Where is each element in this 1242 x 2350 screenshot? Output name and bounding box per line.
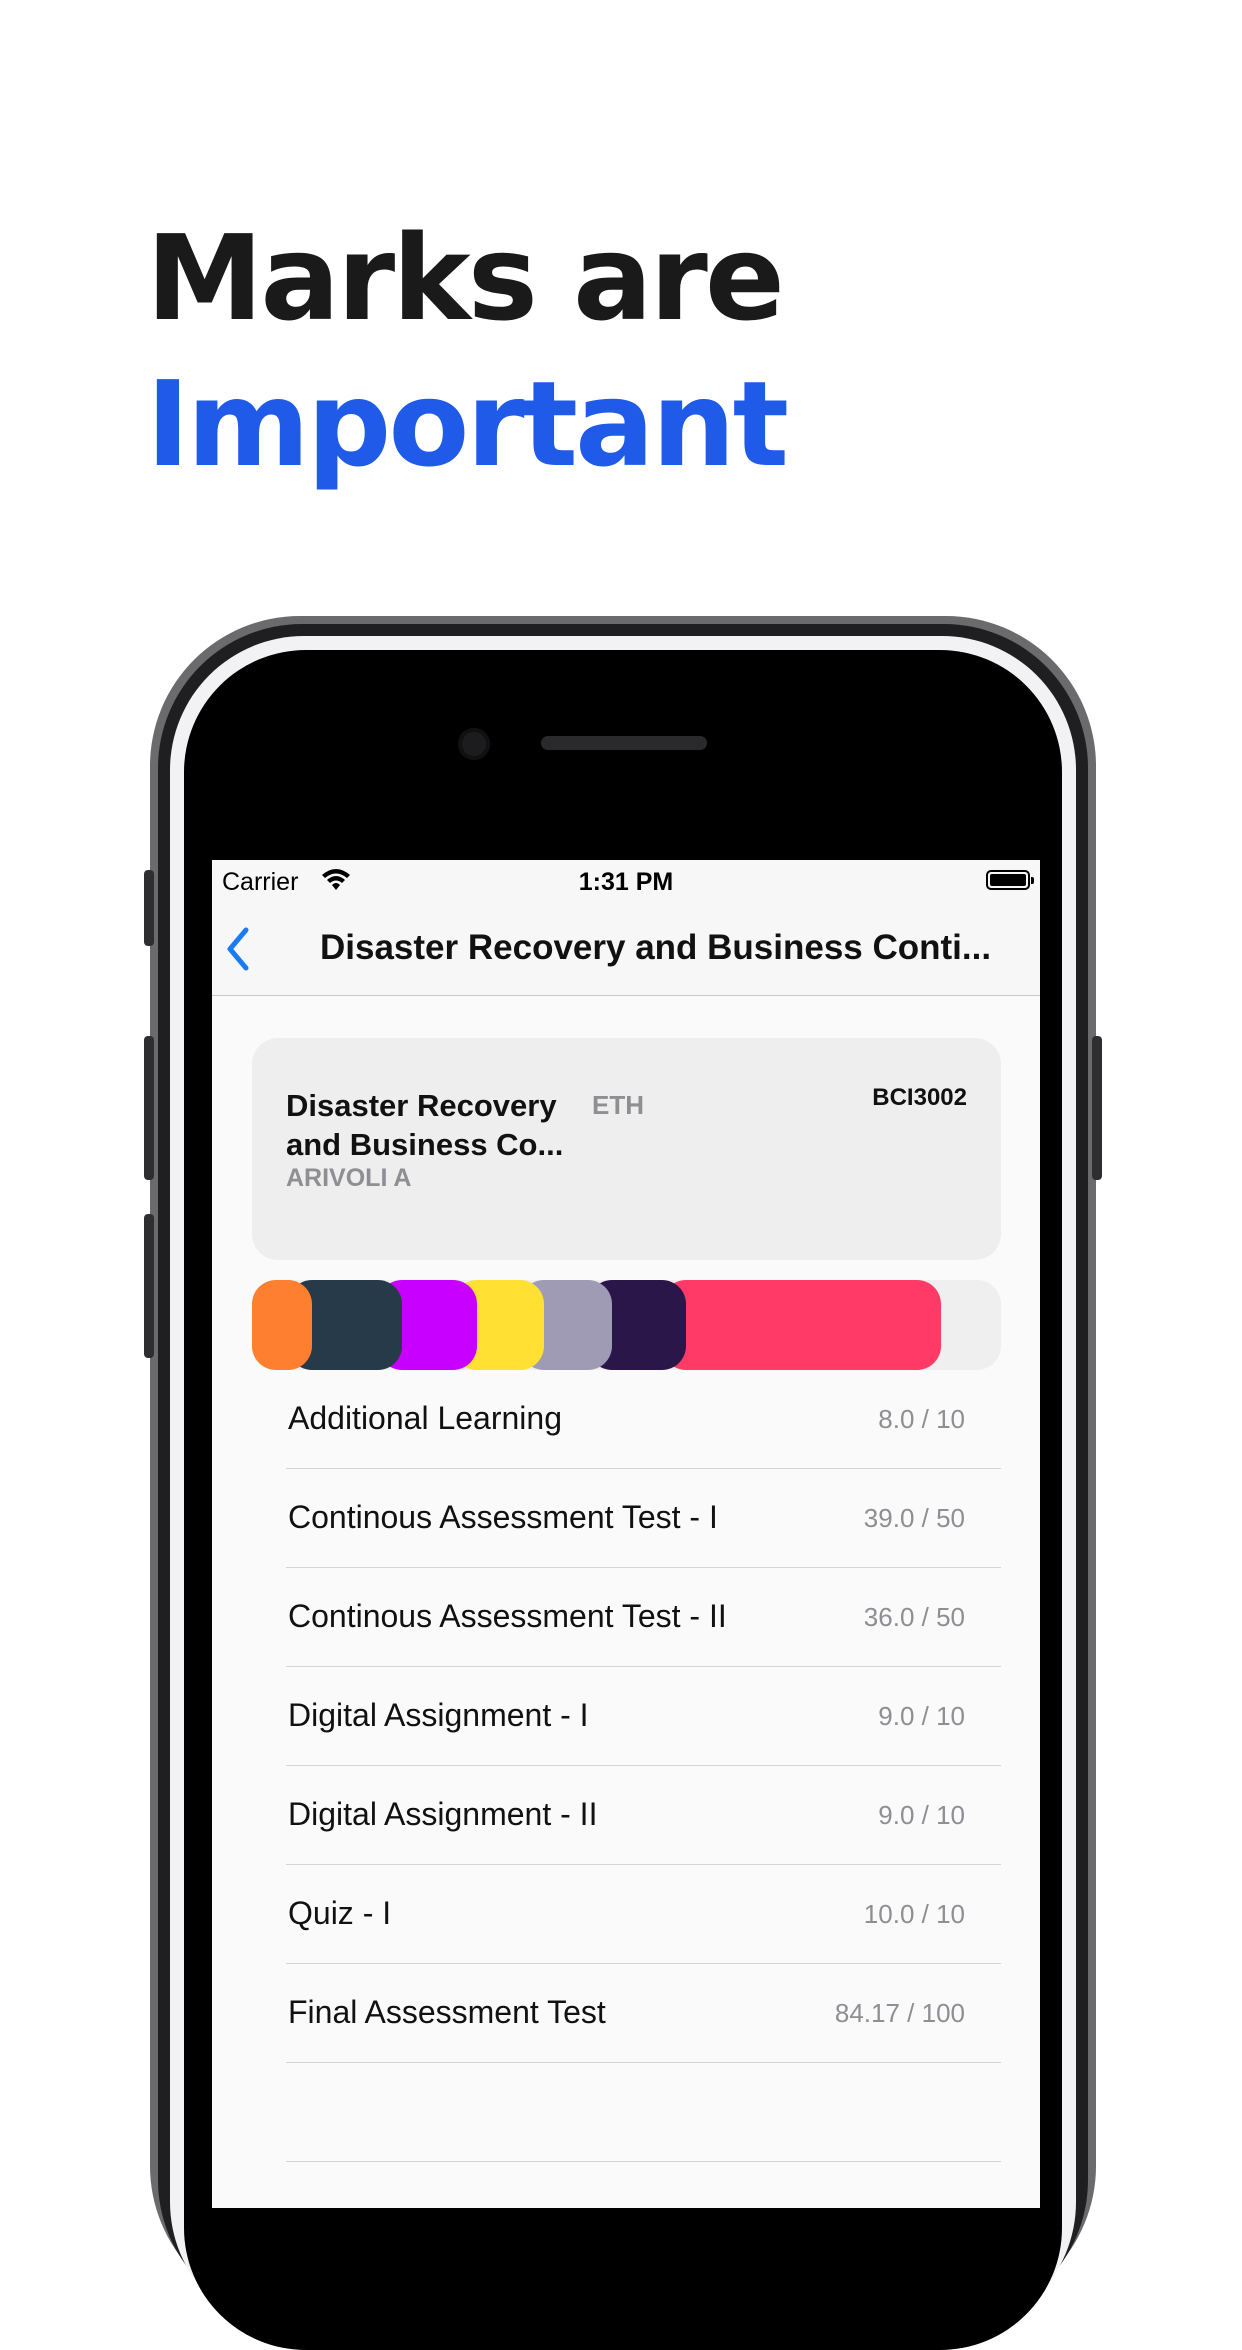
mark-score: 9.0 / 10	[878, 1800, 965, 1830]
course-title: Disaster Recovery and Business Co...	[286, 1088, 564, 1162]
mark-name: Digital Assignment - II	[288, 1796, 598, 1832]
marks-bar-segment	[252, 1280, 312, 1370]
mark-score: 39.0 / 50	[863, 1503, 965, 1533]
mark-row[interactable]: Digital Assignment - II 9.0 / 10	[286, 1766, 1001, 1865]
front-camera	[458, 728, 490, 760]
status-bar: Carrier 1:31 PM	[212, 860, 1040, 902]
faculty-name: ARIVOLI A	[286, 1164, 412, 1192]
nav-title: Disaster Recovery and Business Conti...	[320, 928, 992, 967]
mark-name: Final Assessment Test	[288, 1994, 606, 2030]
power-button	[1092, 1036, 1102, 1180]
mark-name: Continous Assessment Test - I	[288, 1499, 718, 1535]
mark-row[interactable]: Continous Assessment Test - II 36.0 / 50	[286, 1568, 1001, 1667]
navigation-bar: Disaster Recovery and Business Conti...	[212, 902, 1040, 996]
mark-row[interactable]: Final Assessment Test 84.17 / 100	[286, 1964, 1001, 2063]
battery-icon	[986, 870, 1034, 890]
status-time: 1:31 PM	[578, 868, 674, 896]
mark-name: Continous Assessment Test - II	[288, 1598, 727, 1634]
course-code: BCI3002	[872, 1084, 967, 1111]
marks-progress-bar	[252, 1280, 1001, 1370]
mark-score: 8.0 / 10	[878, 1404, 965, 1434]
volume-up-button	[144, 1036, 154, 1180]
mark-row[interactable]: Digital Assignment - I 9.0 / 10	[286, 1667, 1001, 1766]
marks-bar-segment	[662, 1280, 942, 1370]
mark-row[interactable]: Additional Learning 8.0 / 10	[286, 1370, 1001, 1469]
mark-row[interactable]: Continous Assessment Test - I 39.0 / 50	[286, 1469, 1001, 1568]
mark-row[interactable]: Quiz - I 10.0 / 10	[286, 1865, 1001, 1964]
headline-line-2: Important	[146, 355, 789, 493]
mark-score: 36.0 / 50	[863, 1602, 965, 1632]
headline-line-1: Marks are	[146, 209, 785, 347]
mark-score: 10.0 / 10	[863, 1899, 965, 1929]
mute-switch	[144, 870, 154, 946]
app-screen: Carrier 1:31 PM Disaster Recovery and Bu…	[212, 860, 1040, 2208]
back-chevron-icon[interactable]	[224, 924, 254, 974]
mark-score: 84.17 / 100	[834, 1998, 965, 2028]
volume-down-button	[144, 1214, 154, 1358]
marketing-headline: Marks are Important	[146, 205, 789, 497]
mark-name: Additional Learning	[288, 1400, 562, 1436]
mark-score: 9.0 / 10	[878, 1701, 965, 1731]
course-type-badge: ETH	[592, 1090, 644, 1120]
marks-list: Additional Learning 8.0 / 10 Continous Ass…	[286, 1370, 1001, 2162]
mark-name: Digital Assignment - I	[288, 1697, 589, 1733]
mark-name: Quiz - I	[288, 1895, 392, 1931]
earpiece-speaker	[541, 736, 707, 750]
empty-row	[286, 2063, 1001, 2162]
course-card: Disaster Recovery and Business Co... ETH…	[252, 1038, 1001, 1260]
